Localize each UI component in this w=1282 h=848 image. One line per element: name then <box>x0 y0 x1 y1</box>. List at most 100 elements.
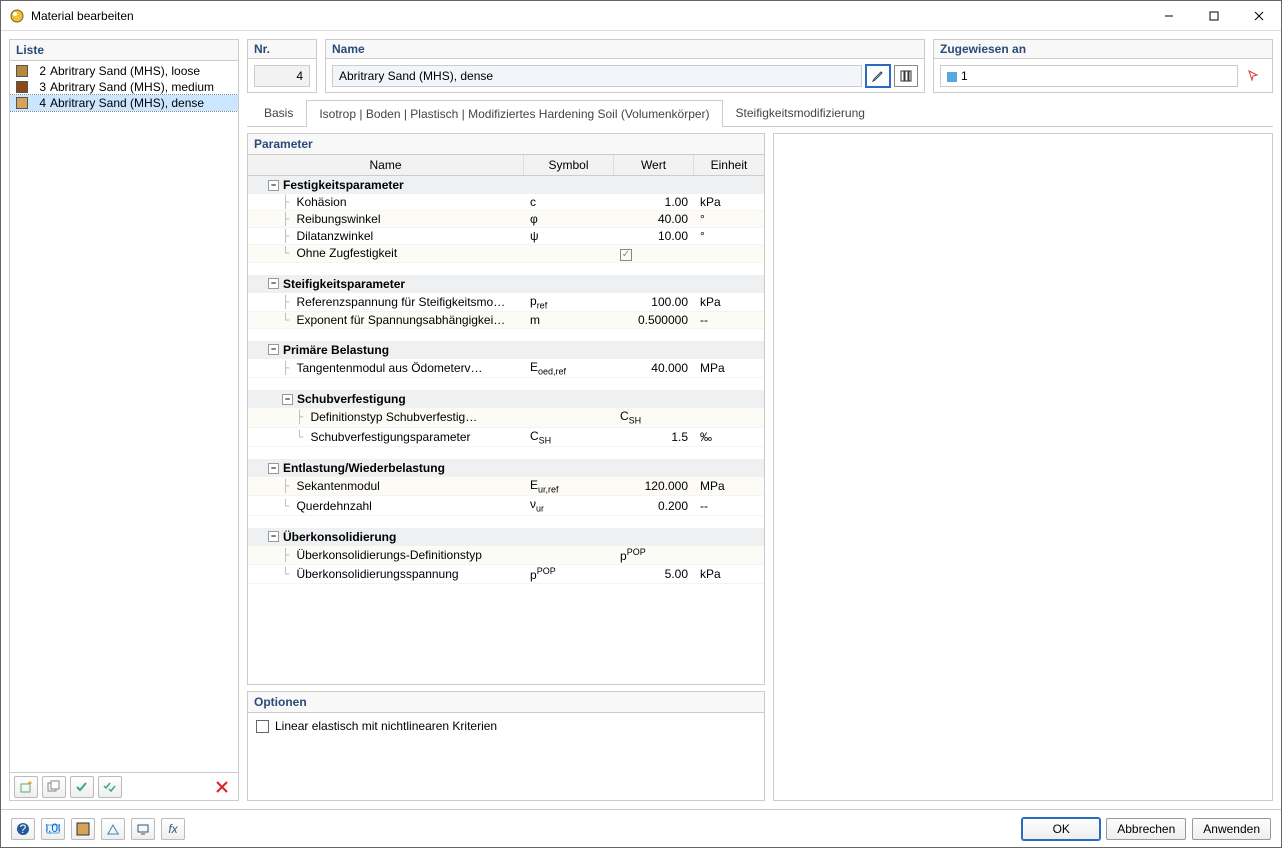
tab[interactable]: Steifigkeitsmodifizierung <box>723 99 878 126</box>
parameter-group[interactable]: −Schubverfestigung <box>248 390 764 408</box>
display-button[interactable] <box>131 818 155 840</box>
options-header: Optionen <box>248 692 764 713</box>
apply-button[interactable]: Anwenden <box>1192 818 1271 840</box>
window: Material bearbeiten Liste 2 Abritrary Sa… <box>0 0 1282 848</box>
expand-icon[interactable]: − <box>268 344 279 355</box>
col-unit: Einheit <box>694 155 764 175</box>
param-value[interactable]: 0.200 <box>614 498 694 514</box>
param-value[interactable]: CSH <box>614 408 694 426</box>
param-value[interactable]: 40.000 <box>614 360 694 376</box>
parameter-row[interactable]: ├ SekantenmodulEur,ref120.000MPa <box>248 477 764 496</box>
delete-button[interactable] <box>210 776 234 798</box>
svg-text:fx: fx <box>168 822 178 836</box>
expand-icon[interactable]: − <box>268 278 279 289</box>
close-button[interactable] <box>1236 1 1281 30</box>
parameter-row[interactable]: └ Exponent für Spannungsabhängigkei…m0.5… <box>248 312 764 329</box>
param-value[interactable]: 5.00 <box>614 566 694 582</box>
pick-button[interactable] <box>1242 65 1266 87</box>
assigned-input[interactable]: 1 <box>940 65 1238 87</box>
list-item[interactable]: 2 Abritrary Sand (MHS), loose <box>10 63 238 79</box>
edit-name-button[interactable] <box>866 65 890 87</box>
parameter-group[interactable]: −Entlastung/Wiederbelastung <box>248 459 764 477</box>
units-button[interactable]: 0,00 <box>41 818 65 840</box>
param-value[interactable]: 0.500000 <box>614 312 694 328</box>
param-symbol: ψ <box>524 228 614 244</box>
param-value[interactable]: 1.00 <box>614 194 694 210</box>
param-symbol: Eoed,ref <box>524 359 614 377</box>
preview-panel <box>773 133 1273 801</box>
param-value[interactable]: 120.000 <box>614 478 694 494</box>
param-symbol: c <box>524 194 614 210</box>
view-button[interactable] <box>101 818 125 840</box>
param-value[interactable]: ✓ <box>614 245 694 262</box>
param-symbol: Eur,ref <box>524 477 614 495</box>
param-unit <box>694 252 764 254</box>
check-button[interactable] <box>70 776 94 798</box>
checkbox-icon[interactable]: ✓ <box>620 249 632 261</box>
name-label: Name <box>326 40 924 59</box>
parameter-group[interactable]: −Festigkeitsparameter <box>248 176 764 194</box>
param-name: Dilatanzwinkel <box>296 229 373 243</box>
window-title: Material bearbeiten <box>31 9 1146 23</box>
col-value: Wert <box>614 155 694 175</box>
param-value[interactable]: 100.00 <box>614 294 694 310</box>
expand-icon[interactable]: − <box>282 394 293 405</box>
color-swatch <box>16 97 28 109</box>
parameter-row[interactable]: ├ Referenzspannung für Steifigkeitsmo…pr… <box>248 293 764 312</box>
function-button[interactable]: fx <box>161 818 185 840</box>
color-swatch <box>16 65 28 77</box>
param-symbol: pPOP <box>524 565 614 583</box>
param-value[interactable]: 1.5 <box>614 429 694 445</box>
parameter-row[interactable]: ├ Dilatanzwinkelψ10.00° <box>248 228 764 245</box>
tab[interactable]: Isotrop | Boden | Plastisch | Modifizier… <box>306 100 722 127</box>
material-list[interactable]: 2 Abritrary Sand (MHS), loose 3 Abritrar… <box>10 61 238 772</box>
help-button[interactable]: ? <box>11 818 35 840</box>
parameter-row[interactable]: ├ Kohäsionc1.00kPa <box>248 194 764 211</box>
expand-icon[interactable]: − <box>268 531 279 542</box>
list-item[interactable]: 3 Abritrary Sand (MHS), medium <box>10 79 238 95</box>
library-button[interactable] <box>894 65 918 87</box>
parameter-row[interactable]: └ Ohne Zugfestigkeit✓ <box>248 245 764 263</box>
tabs: BasisIsotrop | Boden | Plastisch | Modif… <box>247 99 1273 127</box>
cube-icon <box>947 71 957 81</box>
param-value[interactable]: pPOP <box>614 546 694 564</box>
name-input[interactable] <box>332 65 862 87</box>
maximize-button[interactable] <box>1191 1 1236 30</box>
assigned-box: Zugewiesen an 1 <box>933 39 1273 93</box>
expand-icon[interactable]: − <box>268 180 279 191</box>
color-button[interactable] <box>71 818 95 840</box>
linear-elastic-checkbox[interactable] <box>256 720 269 733</box>
cancel-button[interactable]: Abbrechen <box>1106 818 1186 840</box>
copy-button[interactable] <box>42 776 66 798</box>
titlebar: Material bearbeiten <box>1 1 1281 31</box>
color-swatch <box>16 81 28 93</box>
list-num: 3 <box>32 80 46 94</box>
ok-button[interactable]: OK <box>1022 818 1100 840</box>
expand-icon[interactable]: − <box>268 463 279 474</box>
group-label: Primäre Belastung <box>283 343 389 357</box>
param-unit: ° <box>694 228 764 244</box>
param-unit: -- <box>694 312 764 328</box>
parameter-row[interactable]: ├ Tangentenmodul aus Ödometerv…Eoed,ref4… <box>248 359 764 378</box>
parameter-group[interactable]: −Steifigkeitsparameter <box>248 275 764 293</box>
minimize-button[interactable] <box>1146 1 1191 30</box>
parameter-row[interactable]: ├ Reibungswinkelφ40.00° <box>248 211 764 228</box>
tab[interactable]: Basis <box>251 99 306 126</box>
param-unit: kPa <box>694 194 764 210</box>
parameter-row[interactable]: └ Querdehnzahlνur0.200-- <box>248 496 764 515</box>
app-icon <box>9 8 25 24</box>
check-all-button[interactable] <box>98 776 122 798</box>
param-unit: kPa <box>694 566 764 582</box>
nr-input[interactable] <box>254 65 310 87</box>
param-value[interactable]: 40.00 <box>614 211 694 227</box>
parameter-row[interactable]: └ ÜberkonsolidierungsspannungpPOP5.00kPa <box>248 565 764 584</box>
parameter-row[interactable]: └ SchubverfestigungsparameterCSH1.5‰ <box>248 428 764 447</box>
new-button[interactable] <box>14 776 38 798</box>
parameter-group[interactable]: −Überkonsolidierung <box>248 528 764 546</box>
parameter-row[interactable]: ├ Definitionstyp Schubverfestig…CSH <box>248 408 764 427</box>
param-name: Referenzspannung für Steifigkeitsmo… <box>296 295 505 309</box>
list-item[interactable]: 4 Abritrary Sand (MHS), dense <box>10 95 238 111</box>
parameter-row[interactable]: ├ Überkonsolidierungs-DefinitionstyppPOP <box>248 546 764 565</box>
parameter-group[interactable]: −Primäre Belastung <box>248 341 764 359</box>
param-value[interactable]: 10.00 <box>614 228 694 244</box>
